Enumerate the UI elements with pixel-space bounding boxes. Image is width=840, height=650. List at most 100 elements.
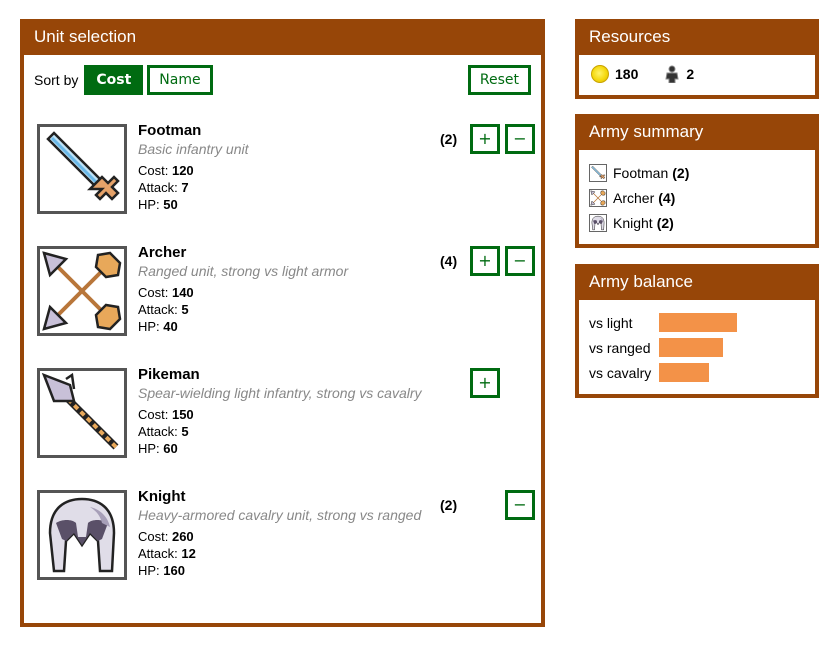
- unit-description: Ranged unit, strong vs light armor: [138, 263, 349, 279]
- balance-bar: [659, 313, 737, 332]
- unit-hp: HP: 50: [138, 196, 249, 213]
- hp-label: HP:: [138, 563, 160, 578]
- unit-name: Knight: [138, 488, 186, 505]
- unit-attack: Attack: 12: [138, 545, 421, 562]
- balance-label: vs cavalry: [589, 364, 652, 381]
- unit-info: Footman Basic infantry unit Cost: 120 At…: [138, 122, 249, 213]
- army-balance-panel: Army balance vs light vs ranged vs caval…: [575, 264, 819, 398]
- unit-description: Spear-wielding light infantry, strong vs…: [138, 385, 422, 401]
- resources-row: 180 2: [591, 65, 694, 83]
- resources-panel: Resources 180 2: [575, 19, 819, 99]
- unit-image: [37, 490, 127, 580]
- unit-selection-panel: Unit selection Sort by Cost Name Reset F…: [20, 19, 545, 627]
- army-summary-list: Footman (2) Archer (4) Knight (2): [589, 160, 689, 235]
- cost-value: 140: [171, 285, 194, 300]
- gold-coin-icon: [591, 65, 609, 83]
- cost-value: 120: [171, 163, 194, 178]
- remove-footman-button[interactable]: −: [505, 124, 535, 154]
- unit-count: (2): [440, 131, 458, 147]
- unit-row-knight: Knight Heavy-armored cavalry unit, stron…: [33, 488, 535, 582]
- unit-attack: Attack: 5: [138, 301, 348, 318]
- unit-image: [37, 246, 127, 336]
- cost-label: Cost:: [138, 407, 169, 422]
- unit-hp: HP: 160: [138, 562, 421, 579]
- cost-label: Cost:: [138, 529, 169, 544]
- attack-label: Attack:: [138, 180, 178, 195]
- army-summary-title: Army summary: [575, 114, 819, 150]
- helmet-icon: [40, 493, 124, 577]
- summary-unit-count: (2): [672, 164, 690, 181]
- balance-bar: [659, 338, 723, 357]
- summary-unit-count: (2): [656, 214, 674, 231]
- unit-row-pikeman: Pikeman Spear-wielding light infantry, s…: [33, 366, 533, 460]
- reset-button[interactable]: Reset: [467, 65, 531, 95]
- summary-unit-count: (4): [658, 189, 676, 206]
- unit-count: (4): [440, 253, 458, 269]
- unit-cost: Cost: 140: [138, 284, 348, 301]
- summary-unit-name: Knight: [613, 214, 653, 231]
- unit-name: Footman: [138, 122, 202, 139]
- balance-label: vs light: [589, 314, 633, 331]
- hp-value: 160: [163, 563, 185, 578]
- unit-cost: Cost: 150: [138, 406, 422, 423]
- sort-controls: Sort by Cost Name: [34, 65, 217, 95]
- unit-count: (2): [440, 497, 458, 513]
- balance-row-light: vs light: [589, 310, 737, 335]
- unit-info: Archer Ranged unit, strong vs light armo…: [138, 244, 348, 335]
- spear-icon: [40, 371, 124, 455]
- unit-attack: Attack: 5: [138, 423, 422, 440]
- sword-icon: [40, 127, 124, 211]
- add-archer-button[interactable]: +: [470, 246, 500, 276]
- add-footman-button[interactable]: +: [470, 124, 500, 154]
- attack-value: 5: [181, 302, 189, 317]
- cost-value: 260: [171, 529, 194, 544]
- sort-by-name-button[interactable]: Name: [147, 65, 213, 95]
- add-pikeman-button[interactable]: +: [470, 368, 500, 398]
- balance-label: vs ranged: [589, 339, 651, 356]
- hp-value: 50: [163, 197, 178, 212]
- unit-hp: HP: 40: [138, 318, 348, 335]
- army-balance-list: vs light vs ranged vs cavalry: [589, 310, 737, 385]
- unit-image: [37, 368, 127, 458]
- unit-selection-title: Unit selection: [20, 19, 545, 55]
- remove-knight-button[interactable]: −: [505, 490, 535, 520]
- sort-by-cost-button[interactable]: Cost: [84, 65, 144, 95]
- crossed-arrows-icon: [40, 249, 124, 333]
- unit-info: Pikeman Spear-wielding light infantry, s…: [138, 366, 422, 457]
- army-balance-title: Army balance: [575, 264, 819, 300]
- unit-row-footman: Footman Basic infantry unit Cost: 120 At…: [33, 122, 535, 216]
- summary-unit-name: Footman: [613, 164, 669, 181]
- helmet-icon: [589, 213, 607, 232]
- unit-info: Knight Heavy-armored cavalry unit, stron…: [138, 488, 421, 579]
- summary-item-footman: Footman (2): [589, 160, 689, 185]
- resources-title: Resources: [575, 19, 819, 55]
- unit-cost: Cost: 260: [138, 528, 421, 545]
- remove-archer-button[interactable]: −: [505, 246, 535, 276]
- attack-value: 5: [181, 424, 189, 439]
- hp-value: 60: [163, 441, 178, 456]
- army-summary-panel: Army summary Footman (2) Archer (4) Knig…: [575, 114, 819, 248]
- population-amount: 2: [686, 66, 695, 82]
- hp-label: HP:: [138, 441, 160, 456]
- sort-by-label: Sort by: [34, 72, 79, 88]
- attack-label: Attack:: [138, 546, 178, 561]
- hp-label: HP:: [138, 197, 160, 212]
- gold-amount: 180: [615, 66, 639, 82]
- unit-row-archer: Archer Ranged unit, strong vs light armo…: [33, 244, 535, 338]
- sword-icon: [589, 163, 607, 182]
- attack-value: 12: [181, 546, 196, 561]
- balance-bar: [659, 363, 709, 382]
- attack-label: Attack:: [138, 424, 178, 439]
- unit-cost: Cost: 120: [138, 162, 249, 179]
- attack-label: Attack:: [138, 302, 178, 317]
- summary-unit-name: Archer: [613, 189, 655, 206]
- summary-item-archer: Archer (4): [589, 185, 689, 210]
- unit-hp: HP: 60: [138, 440, 422, 457]
- attack-value: 7: [181, 180, 189, 195]
- cost-label: Cost:: [138, 163, 169, 178]
- unit-name: Pikeman: [138, 366, 200, 383]
- unit-name: Archer: [138, 244, 187, 261]
- crossed-arrows-icon: [589, 188, 607, 207]
- summary-item-knight: Knight (2): [589, 210, 689, 235]
- hp-label: HP:: [138, 319, 160, 334]
